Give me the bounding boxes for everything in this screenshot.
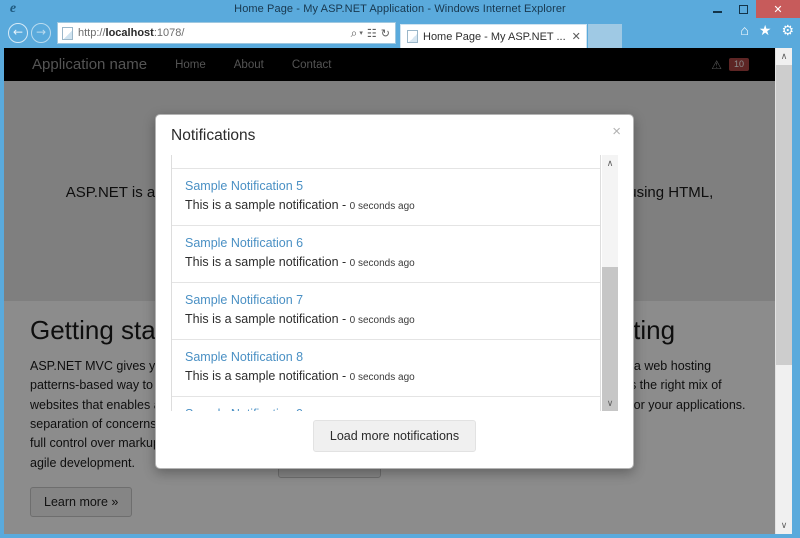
url-path: :1078/	[153, 27, 185, 39]
url-protocol: http://	[78, 27, 106, 39]
url-host: localhost	[105, 27, 154, 39]
notification-title-link[interactable]: Sample Notification 9	[185, 407, 587, 411]
page-scrollbar[interactable]: ∧ ∨	[775, 48, 792, 534]
list-item[interactable]: Sample Notification 6 This is a sample n…	[172, 226, 600, 283]
notification-description: This is a sample notification -	[185, 198, 350, 212]
search-icon[interactable]: ⌕	[351, 26, 358, 41]
new-tab-button[interactable]	[587, 24, 622, 48]
modal-close-icon[interactable]: ×	[612, 124, 621, 139]
notifications-scrollbar[interactable]: ∧ ∨	[602, 155, 618, 411]
notifications-scroll-up-icon[interactable]: ∧	[602, 155, 618, 171]
modal-title: Notifications	[171, 127, 256, 144]
notifications-list: Sample Notification 4 This is a sample n…	[171, 155, 601, 411]
notification-timestamp: 0 seconds ago	[349, 258, 415, 269]
tab-strip: Home Page - My ASP.NET ... ✕	[400, 18, 622, 48]
refresh-icon[interactable]: ↻	[381, 27, 390, 40]
maximize-icon	[738, 4, 748, 14]
notification-title-link[interactable]: Sample Notification 5	[185, 179, 587, 193]
list-item[interactable]: Sample Notification 4 This is a sample n…	[172, 155, 600, 169]
tab-favicon-icon	[407, 30, 418, 43]
back-button[interactable]: ←	[8, 23, 28, 43]
page-scrollbar-thumb[interactable]	[776, 65, 792, 365]
page-favicon-icon	[62, 26, 73, 40]
tab-close-icon[interactable]: ✕	[572, 30, 581, 43]
compatibility-view-icon[interactable]: ☷	[367, 27, 377, 40]
notifications-scrollbar-thumb[interactable]	[602, 267, 618, 411]
notification-description: This is a sample notification -	[185, 369, 350, 383]
address-bar-url: http://localhost:1078/	[78, 27, 351, 39]
forward-button[interactable]: →	[31, 23, 51, 43]
address-bar-icons: ⌕ ▾ ☷ ↻	[351, 26, 392, 41]
list-item[interactable]: Sample Notification 8 This is a sample n…	[172, 340, 600, 397]
list-item[interactable]: Sample Notification 5 This is a sample n…	[172, 169, 600, 226]
window-title: Home Page - My ASP.NET Application - Win…	[234, 3, 566, 15]
maximize-button[interactable]	[730, 0, 756, 18]
browser-command-icons: ⌂ ★ ⚙	[740, 22, 794, 38]
browser-toolbar: ← → http://localhost:1078/ ⌕ ▾ ☷ ↻ Home …	[0, 18, 800, 48]
chevron-down-icon[interactable]: ▾	[359, 29, 363, 37]
browser-window: e Home Page - My ASP.NET Application - W…	[0, 0, 800, 538]
page-scroll-down-arrow-icon[interactable]: ∨	[776, 517, 792, 534]
minimize-button[interactable]	[704, 0, 730, 18]
list-item[interactable]: Sample Notification 7 This is a sample n…	[172, 283, 600, 340]
favorites-star-icon[interactable]: ★	[759, 22, 772, 38]
notification-timestamp: 0 seconds ago	[349, 372, 415, 383]
modal-body: Sample Notification 4 This is a sample n…	[156, 155, 633, 411]
modal-header: Notifications ×	[156, 115, 633, 155]
notification-title-link[interactable]: Sample Notification 7	[185, 293, 587, 307]
list-item[interactable]: Sample Notification 9 This is a sample n…	[172, 397, 600, 411]
address-bar[interactable]: http://localhost:1078/ ⌕ ▾ ☷ ↻	[57, 22, 396, 44]
tab-title: Home Page - My ASP.NET ...	[423, 30, 566, 43]
notification-title-link[interactable]: Sample Notification 8	[185, 350, 587, 364]
notification-description: This is a sample notification -	[185, 312, 350, 326]
window-controls: ✕	[704, 0, 800, 18]
tab-home-page[interactable]: Home Page - My ASP.NET ... ✕	[400, 24, 587, 48]
page-viewport: Application name Home About Contact ⚠ 10…	[4, 48, 792, 534]
notifications-scroll-down-icon[interactable]: ∨	[602, 395, 618, 411]
minimize-icon	[712, 10, 722, 13]
close-window-button[interactable]: ✕	[756, 0, 800, 18]
navigation-arrows: ← →	[4, 23, 57, 43]
modal-footer: Load more notifications	[156, 411, 633, 468]
page-scroll-up-arrow-icon[interactable]: ∧	[776, 48, 792, 65]
notification-description: This is a sample notification -	[185, 255, 350, 269]
notification-timestamp: 0 seconds ago	[349, 315, 415, 326]
title-bar: e Home Page - My ASP.NET Application - W…	[0, 0, 800, 18]
internet-explorer-logo-icon: e	[9, 1, 17, 16]
notifications-modal: Notifications × Sample Notification 4 Th…	[155, 114, 634, 469]
notifications-scroll-area: Sample Notification 4 This is a sample n…	[171, 155, 618, 411]
notification-title-link[interactable]: Sample Notification 6	[185, 236, 587, 250]
load-more-notifications-button[interactable]: Load more notifications	[312, 420, 477, 452]
home-icon[interactable]: ⌂	[740, 22, 748, 38]
notification-timestamp: 0 seconds ago	[349, 201, 415, 212]
tools-gear-icon[interactable]: ⚙	[781, 22, 794, 38]
